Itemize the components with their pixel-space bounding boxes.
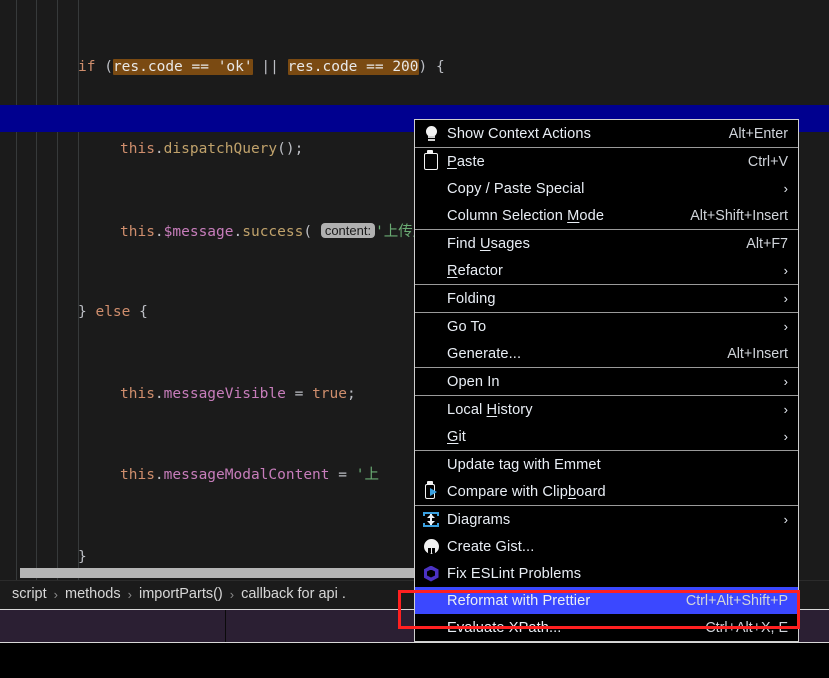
menu-item-git[interactable]: Git › <box>415 423 798 450</box>
clipboard-icon <box>415 150 447 170</box>
menu-item-label: Refactor <box>447 262 503 279</box>
breadcrumb-item-callback[interactable]: callback for api . <box>235 586 352 602</box>
menu-item-label: Generate... <box>447 345 522 362</box>
chevron-right-icon: › <box>783 429 788 444</box>
chevron-right-icon: › <box>783 263 788 278</box>
ide-window: if (res.code == 'ok' || res.code == 200)… <box>0 0 829 678</box>
github-icon <box>415 539 447 554</box>
menu-item-folding[interactable]: Folding › <box>415 285 798 312</box>
menu-item-paste[interactable]: Paste Ctrl+V <box>415 148 798 175</box>
lightbulb-icon <box>415 125 447 142</box>
menu-item-compare-with-clipboard[interactable]: Compare with Clipboard <box>415 478 798 505</box>
menu-item-shortcut: Alt+Enter <box>728 125 788 142</box>
menu-item-show-context-actions[interactable]: Show Context Actions Alt+Enter <box>415 120 798 147</box>
chevron-right-icon: › <box>783 319 788 334</box>
compare-clipboard-icon <box>415 481 447 499</box>
menu-item-generate[interactable]: Generate... Alt+Insert <box>415 340 798 367</box>
breadcrumb-item-importparts[interactable]: importParts() <box>133 586 229 602</box>
menu-item-label: Compare with Clipboard <box>447 483 606 500</box>
menu-item-create-gist[interactable]: Create Gist... <box>415 533 798 560</box>
menu-item-column-selection-mode[interactable]: Column Selection Mode Alt+Shift+Insert <box>415 202 798 229</box>
menu-item-shortcut: Alt+Shift+Insert <box>690 207 788 224</box>
menu-item-label: Find Usages <box>447 235 531 252</box>
menu-item-update-tag-with-emmet[interactable]: Update tag with Emmet <box>415 451 798 478</box>
chevron-right-icon: › <box>783 402 788 417</box>
menu-item-label: Diagrams <box>447 511 511 528</box>
eslint-icon <box>415 565 447 582</box>
menu-item-fix-eslint-problems[interactable]: Fix ESLint Problems <box>415 560 798 587</box>
menu-item-find-usages[interactable]: Find Usages Alt+F7 <box>415 230 798 257</box>
menu-item-refactor[interactable]: Refactor › <box>415 257 798 284</box>
menu-item-shortcut: Ctrl+Alt+Shift+P <box>685 592 788 609</box>
menu-item-label: Go To <box>447 318 487 335</box>
menu-item-label: Show Context Actions <box>447 125 591 142</box>
inlay-hint: content: <box>320 222 376 238</box>
bottom-black-strip <box>0 643 829 678</box>
menu-item-label: Local History <box>447 401 533 418</box>
menu-item-label: Fix ESLint Problems <box>447 565 582 582</box>
diagram-icon <box>415 512 447 527</box>
chevron-right-icon: › <box>783 512 788 527</box>
menu-item-label: Create Gist... <box>447 538 535 555</box>
breadcrumb-item-script[interactable]: script <box>6 586 53 602</box>
menu-item-label: Evaluate XPath... <box>447 619 562 636</box>
menu-item-reformat-with-prettier[interactable]: Reformat with Prettier Ctrl+Alt+Shift+P <box>415 587 798 614</box>
menu-item-label: Copy / Paste Special <box>447 180 585 197</box>
menu-item-label: Folding <box>447 290 496 307</box>
menu-item-go-to[interactable]: Go To › <box>415 313 798 340</box>
panel-divider <box>225 610 226 642</box>
menu-item-shortcut: Alt+F7 <box>746 235 788 252</box>
chevron-right-icon: › <box>783 374 788 389</box>
menu-item-label: Reformat with Prettier <box>447 592 591 609</box>
menu-item-label: Column Selection Mode <box>447 207 605 224</box>
menu-item-label: Update tag with Emmet <box>447 456 601 473</box>
menu-item-local-history[interactable]: Local History › <box>415 396 798 423</box>
breadcrumb-item-methods[interactable]: methods <box>59 586 127 602</box>
menu-item-diagrams[interactable]: Diagrams › <box>415 506 798 533</box>
menu-item-shortcut: Ctrl+V <box>747 153 788 170</box>
menu-item-copy-paste-special[interactable]: Copy / Paste Special › <box>415 175 798 202</box>
chevron-right-icon: › <box>783 291 788 306</box>
context-menu[interactable]: Show Context Actions Alt+Enter Paste Ctr… <box>414 119 799 642</box>
menu-item-label: Git <box>447 428 466 445</box>
menu-item-shortcut: Ctrl+Alt+X, E <box>705 619 788 636</box>
menu-item-label: Paste <box>447 153 485 170</box>
menu-item-shortcut: Alt+Insert <box>727 345 788 362</box>
menu-item-evaluate-xpath[interactable]: Evaluate XPath... Ctrl+Alt+X, E <box>415 614 798 641</box>
chevron-right-icon: › <box>783 181 788 196</box>
menu-item-label: Open In <box>447 373 500 390</box>
menu-item-open-in[interactable]: Open In › <box>415 368 798 395</box>
